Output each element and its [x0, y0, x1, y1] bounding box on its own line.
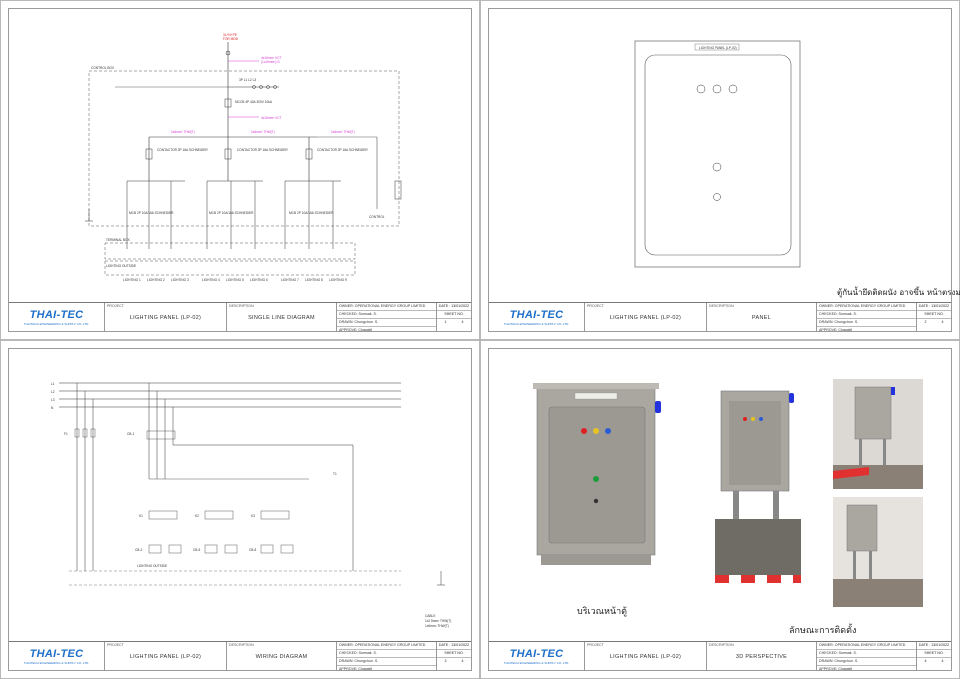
terminal-box-label: TERMINAL BOX	[106, 238, 130, 242]
main-cable-label: 4x16mm² VCT	[261, 116, 282, 120]
contactor-k1	[148, 510, 178, 520]
install-caption: ลักษณะการติดตั้ง	[789, 623, 856, 636]
mcb-3-label: MCB 2P 10A/16A SCHNEIDER	[289, 211, 334, 215]
branch-2: CONTACTOR 3P 16A SCHNEIDER MCB 2P 10A/16…	[206, 137, 288, 249]
cable-note-2: 1x6mm² THW(T)	[425, 624, 449, 628]
feeder-cable-1: 2x6mm² THW(T)	[171, 130, 195, 134]
feeder-cable-3: 2x6mm² THW(T)	[331, 130, 355, 134]
cable-note: CABLE	[425, 614, 435, 618]
single-line-diagram: 3L+N+PE FOR MDB 4x16mm² VCT (1x16mm²) G …	[85, 33, 402, 282]
install-render-top	[833, 379, 923, 489]
title-block: THAI-TEC THAITECH ENGINEERING & SUPPLY CO…	[489, 302, 951, 332]
branch-breakers	[148, 544, 294, 554]
description-cell: DESCRIPTION 3D PERSPECTIVE	[707, 642, 817, 670]
cb-8-label: CB-8	[249, 548, 256, 552]
title-block: THAI-TEC THAITECH ENGINEERING & SUPPLY CO…	[489, 641, 951, 671]
sheet-wiring-diagram: L1 L2 L3 N F1 CB-1 K1 K2 K3 CB-2 CB-5 CB…	[0, 340, 480, 679]
feeder-cable-2: 2x6mm² THW(T)	[251, 130, 275, 134]
main-breaker-label: MCCB 4P 40A 300V 10kA	[235, 100, 273, 104]
pilot-lamps	[696, 84, 738, 94]
responsibility-cell: OWNER: OPERATIONAL ENERGY GROUP LIMITED …	[817, 642, 917, 671]
cabinet-front-render	[533, 383, 661, 565]
control-box-label: CONTROL BOX	[91, 66, 115, 70]
mcb-1-label: MCB 2P 10A/16A SCHNEIDER	[129, 211, 174, 215]
load-4: LIGHTING 4	[202, 278, 220, 282]
company-logo: THAI-TEC THAITECH ENGINEERING & SUPPLY CO…	[9, 303, 105, 331]
description-cell: DESCRIPTION PANEL	[707, 303, 817, 331]
phase-l2: L2	[51, 390, 55, 394]
load-3: LIGHTING 3	[171, 278, 189, 282]
cb-5-label: CB-5	[193, 548, 200, 552]
load-1: LIGHTING 1	[123, 278, 141, 282]
sheet-number-cell: DATE : 13/01/2022 SHEET NO. 14	[437, 304, 471, 324]
title-block: THAI-TEC THAITECH ENGINEERING & SUPPLY CO…	[9, 641, 471, 671]
cabinet-stand-render	[715, 390, 801, 583]
drawing-frame: L1 L2 L3 N F1 CB-1 K1 K2 K3 CB-2 CB-5 CB…	[8, 348, 472, 671]
contactor-3-label: CONTACTOR 3P 16A SCHNEIDER	[317, 148, 368, 152]
project-cell: PROJECT LIGHTING PANEL (LP-02)	[585, 303, 707, 331]
contactor-1-label: CONTACTOR 3P 16A SCHNEIDER	[157, 148, 208, 152]
phase-l1: L1	[51, 382, 55, 386]
responsibility-cell: OWNER: OPERATIONAL ENERGY GROUP LIMITED …	[817, 303, 917, 332]
sheet-number-cell: DATE : 13/01/2022 SHEET NO. 24	[917, 304, 951, 324]
drawing-frame: บริเวณหน้าตู้ ลักษณะการติดตั้ง THAI-TEC T…	[488, 348, 952, 671]
selector-switch	[712, 162, 722, 172]
company-logo: THAI-TEC THAITECH ENGINEERING & SUPPLY CO…	[489, 642, 585, 670]
load-7: LIGHTING 7	[281, 278, 299, 282]
responsibility-cell: OWNER: OPERATIONAL ENERGY GROUP LIMITED …	[337, 303, 437, 332]
load-2: LIGHTING 2	[147, 278, 165, 282]
drawing-frame: 3L+N+PE FOR MDB 4x16mm² VCT (1x16mm²) G …	[8, 8, 472, 332]
branch-1: CONTACTOR 3P 16A SCHNEIDER MCB 2P 10A/16…	[126, 137, 208, 249]
nameplate: LIGHTING PANEL (LP-02)	[699, 46, 737, 50]
sheet-number-cell: DATE : 13/01/2022 SHEET NO. 34	[437, 643, 471, 663]
company-logo: THAI-TEC THAITECH ENGINEERING & SUPPLY CO…	[489, 303, 585, 331]
project-cell: PROJECT LIGHTING PANEL (LP-02)	[105, 303, 227, 331]
k3-label: K3	[251, 514, 255, 518]
project-cell: PROJECT LIGHTING PANEL (LP-02)	[105, 642, 227, 670]
sheet-3d-perspective: บริเวณหน้าตู้ ลักษณะการติดตั้ง THAI-TEC T…	[480, 340, 960, 679]
fuse-label: F1	[64, 432, 68, 436]
description-cell: DESCRIPTION WIRING DIAGRAM	[227, 642, 337, 670]
front-caption: บริเวณหน้าตู้	[577, 606, 627, 617]
load-8: LIGHTING 8	[305, 278, 323, 282]
phase-n: N	[51, 406, 54, 410]
k2-label: K2	[195, 514, 199, 518]
responsibility-cell: OWNER: OPERATIONAL ENERGY GROUP LIMITED …	[337, 642, 437, 671]
door-lock	[713, 193, 721, 201]
load-5: LIGHTING 5	[226, 278, 244, 282]
incoming-cable-ground: (1x16mm²) G	[261, 60, 280, 64]
k1-label: K1	[139, 514, 143, 518]
wiring-outside-label: LIGHTING OUTSIDE	[137, 564, 167, 568]
panel-front-view: LIGHTING PANEL (LP-02) ตู้กันน้ำยึดติดผน…	[634, 40, 960, 298]
panel-note: ตู้กันน้ำยึดติดผนัง อาจขึ้น หน้าตรงมา	[837, 286, 960, 298]
load-9: LIGHTING 9	[329, 278, 347, 282]
mcb-2-label: MCB 2P 10A/16A SCHNEIDER	[209, 211, 254, 215]
source-sub-label: FOR MDB	[223, 37, 238, 41]
cb-1-label: CB-1	[127, 432, 134, 436]
drawing-frame: LIGHTING PANEL (LP-02) ตู้กันน้ำยึดติดผน…	[488, 8, 960, 332]
cable-note-1: 1x2.5mm² THW(T)	[425, 619, 451, 623]
sheet-single-line-diagram: 3L+N+PE FOR MDB 4x16mm² VCT (1x16mm²) G …	[0, 0, 480, 340]
contactor-2-label: CONTACTOR 3P 16A SCHNEIDER	[237, 148, 288, 152]
sheet-panel: LIGHTING PANEL (LP-02) ตู้กันน้ำยึดติดผน…	[480, 0, 960, 340]
load-6: LIGHTING 6	[250, 278, 268, 282]
perspective-views: บริเวณหน้าตู้ ลักษณะการติดตั้ง	[533, 379, 923, 636]
title-block: THAI-TEC THAITECH ENGINEERING & SUPPLY CO…	[9, 302, 471, 332]
control-label: CONTROL	[369, 215, 385, 219]
cb-2-label: CB-2	[135, 548, 142, 552]
busbar-label: 3P L1 L2 L3	[239, 78, 256, 82]
install-render-bottom	[833, 497, 923, 607]
lighting-outside-label: LIGHTING OUTSIDE	[106, 264, 136, 268]
description-cell: DESCRIPTION SINGLE LINE DIAGRAM	[227, 303, 337, 331]
sheet-number-cell: DATE : 13/01/2022 SHEET NO. 44	[917, 643, 951, 663]
wiring-diagram: L1 L2 L3 N F1 CB-1 K1 K2 K3 CB-2 CB-5 CB…	[51, 382, 451, 628]
t1-label: T1	[333, 472, 337, 476]
branch-3: CONTACTOR 3P 16A SCHNEIDER MCB 2P 10A/16…	[284, 137, 368, 249]
contactor-k3	[260, 510, 290, 520]
phase-l3: L3	[51, 398, 55, 402]
contactor-k2	[204, 510, 234, 520]
company-logo: THAI-TEC THAITECH ENGINEERING & SUPPLY CO…	[9, 642, 105, 670]
project-cell: PROJECT LIGHTING PANEL (LP-02)	[585, 642, 707, 670]
